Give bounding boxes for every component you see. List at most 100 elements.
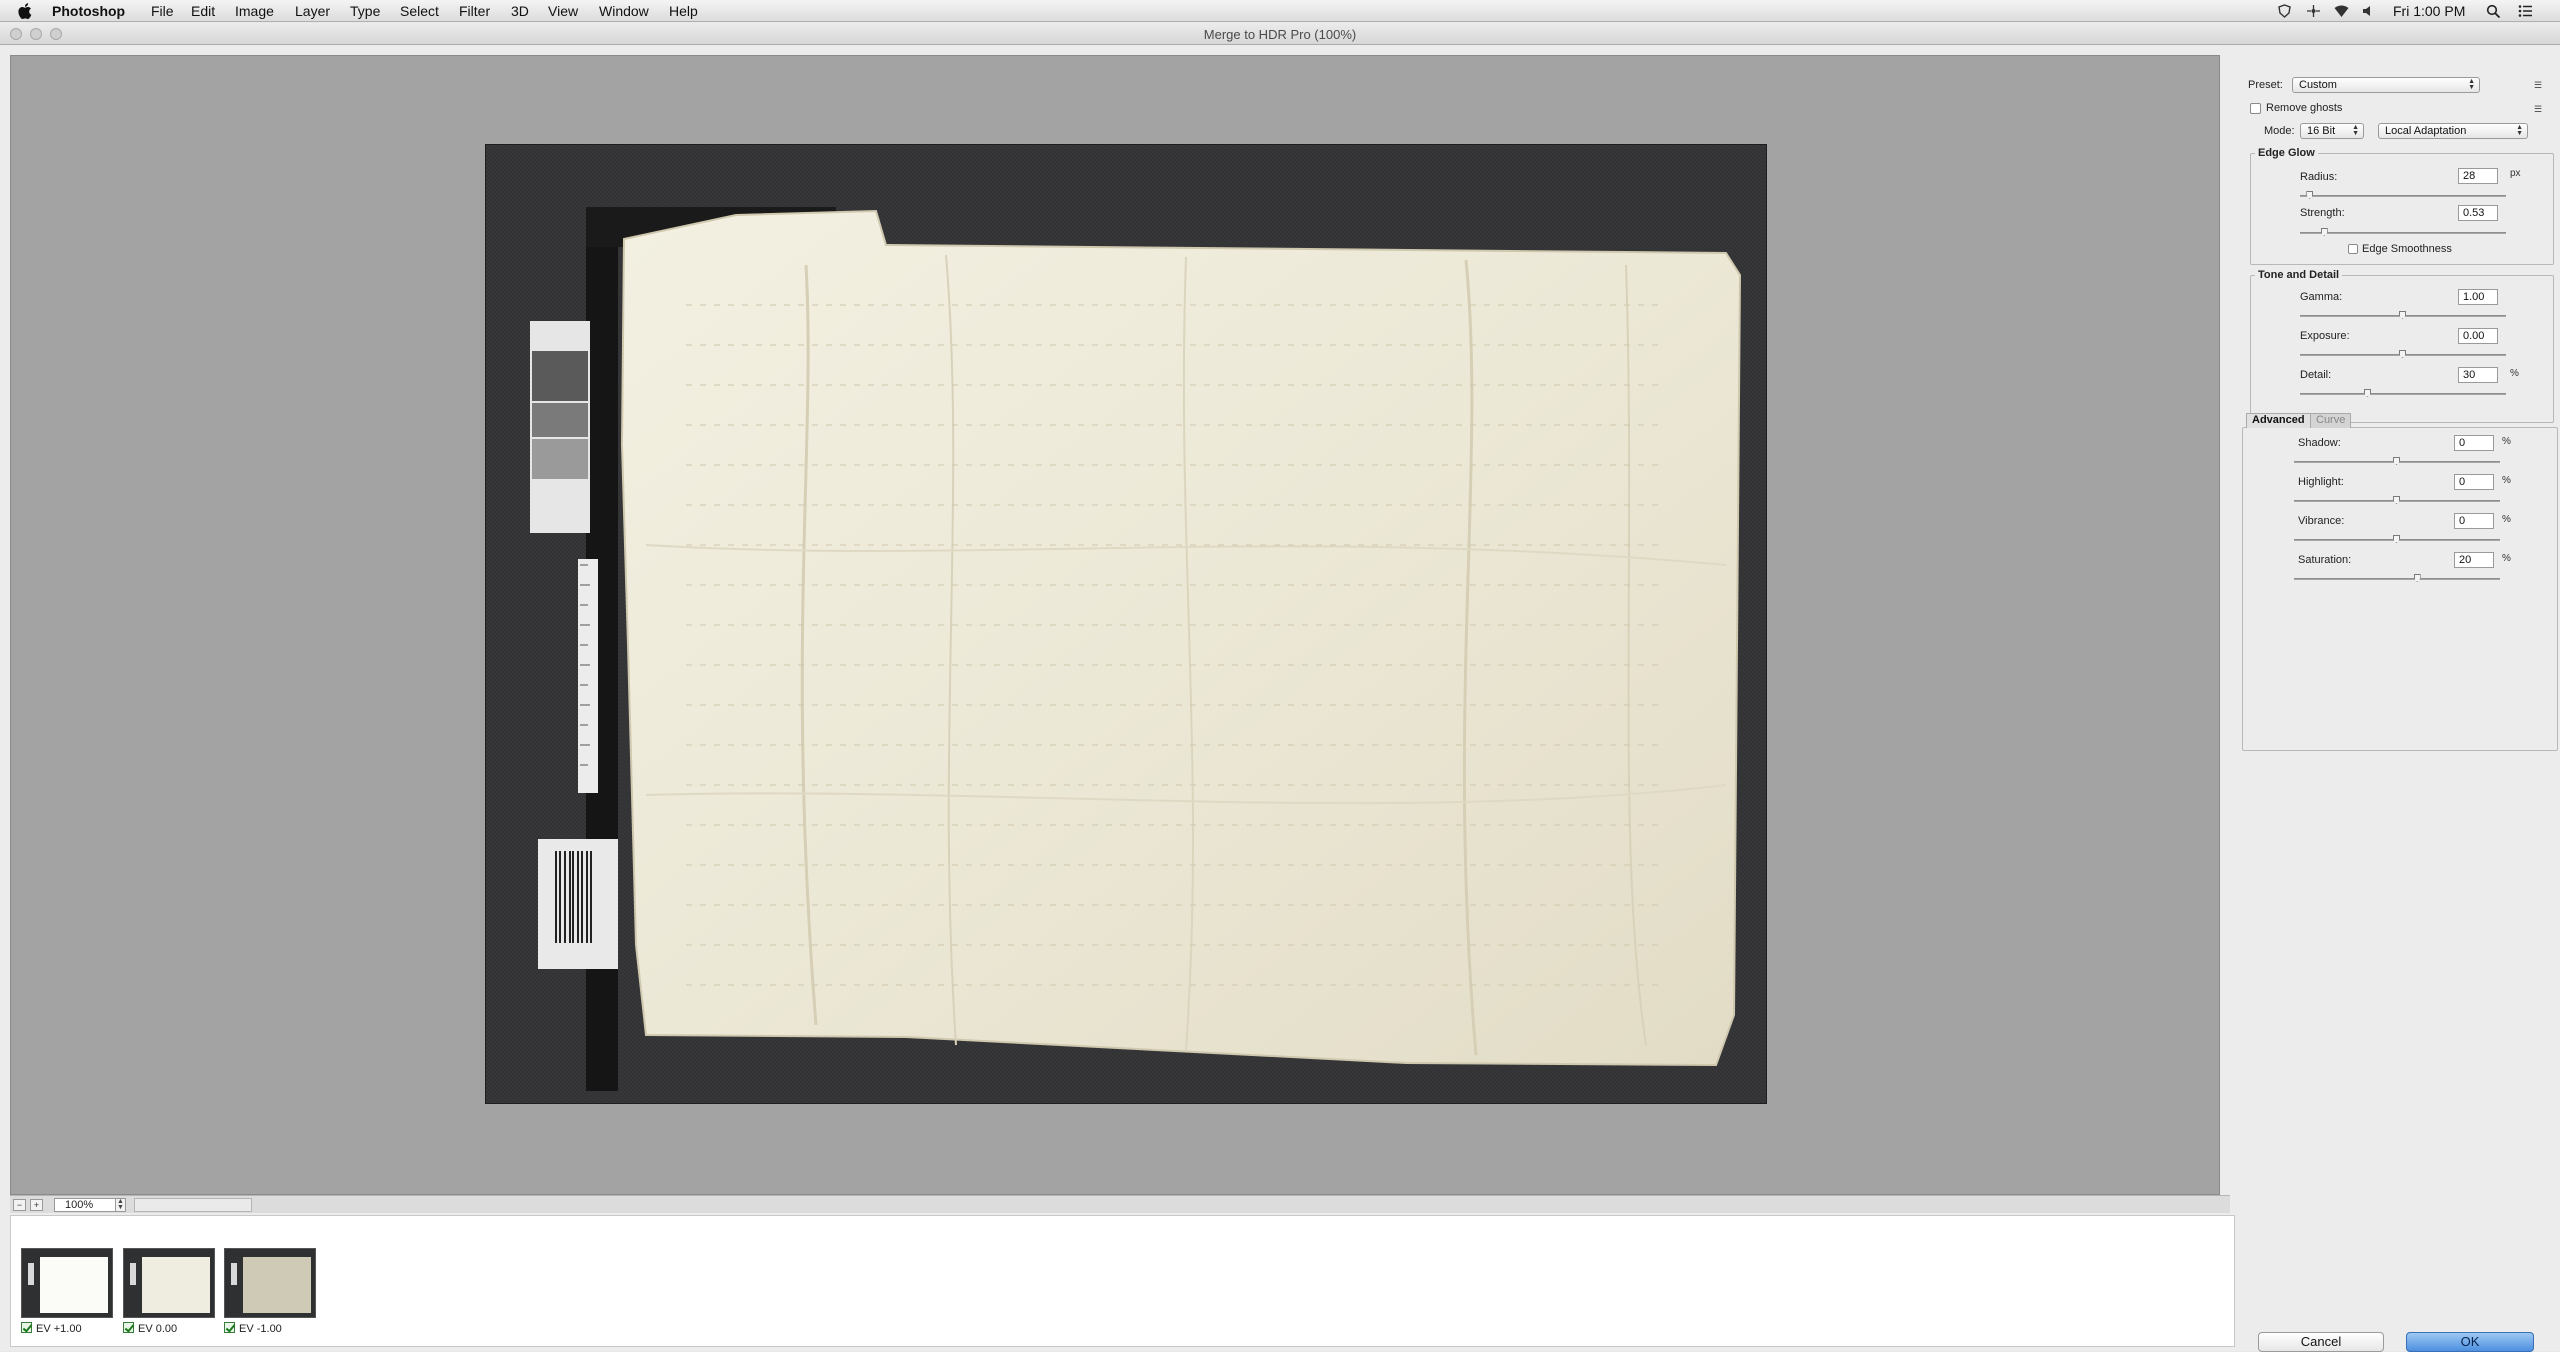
sync-icon[interactable]: [2306, 4, 2321, 18]
mode-label: Mode:: [2264, 125, 2295, 137]
include-checkbox[interactable]: [21, 1322, 32, 1333]
wifi-icon[interactable]: [2334, 4, 2349, 18]
advanced-curve-tabs: Advanced Curve: [2246, 413, 2366, 429]
menubar-clock[interactable]: Fri 1:00 PM: [2393, 3, 2465, 19]
hdr-settings-panel: Preset: Custom ▲ ▼ ☰ Remove ghosts ☰ Mode:…: [2238, 47, 2560, 1352]
zoom-level-field[interactable]: 100%: [54, 1198, 116, 1212]
menu-filter[interactable]: Filter: [459, 3, 490, 19]
menu-3d[interactable]: 3D: [511, 3, 529, 19]
papyrus-squeeze-image: [486, 145, 1766, 1103]
menu-view[interactable]: View: [548, 3, 578, 19]
window-title: Merge to HDR Pro (100%): [1203, 27, 1357, 42]
detail-slider[interactable]: [2300, 393, 2506, 395]
menu-app-name[interactable]: Photoshop: [52, 3, 125, 19]
thumb-card: [231, 1263, 237, 1285]
vibrance-label: Vibrance:: [2298, 515, 2345, 527]
panel-options-icon[interactable]: ☰: [2534, 105, 2546, 115]
cancel-button[interactable]: Cancel: [2258, 1332, 2384, 1352]
shield-icon[interactable]: [2277, 4, 2292, 18]
menu-file[interactable]: File: [151, 3, 174, 19]
source-thumbnail-ev-0[interactable]: [123, 1248, 215, 1318]
apple-menu-icon[interactable]: [18, 2, 34, 20]
thumb-card: [28, 1263, 34, 1285]
remove-ghosts-checkbox[interactable]: [2250, 103, 2261, 114]
source-thumbnail-ev-plus-1[interactable]: [21, 1248, 113, 1318]
thumb-paper: [40, 1257, 108, 1313]
spotlight-search-icon[interactable]: [2486, 4, 2501, 18]
chevron-updown-icon: ▲ ▼: [2352, 124, 2359, 137]
method-select[interactable]: Local Adaptation ▲ ▼: [2378, 123, 2528, 139]
strength-slider[interactable]: [2300, 232, 2506, 234]
strength-label: Strength:: [2300, 207, 2345, 219]
menu-help[interactable]: Help: [669, 3, 698, 19]
menu-type[interactable]: Type: [350, 3, 380, 19]
preset-label: Preset:: [2248, 79, 2283, 91]
hdr-window: Merge to HDR Pro (100%) − + 100% ▲ ▼ EV …: [0, 23, 2560, 1352]
volume-icon[interactable]: [2361, 4, 2376, 18]
shadow-unit: %: [2502, 436, 2511, 447]
preset-select[interactable]: Custom ▲ ▼: [2292, 77, 2480, 93]
gamma-field[interactable]: 1.00: [2458, 289, 2498, 305]
highlight-label: Highlight:: [2298, 476, 2344, 488]
notification-center-icon[interactable]: [2518, 4, 2533, 18]
bit-depth-select[interactable]: 16 Bit ▲ ▼: [2300, 123, 2364, 139]
tab-curve[interactable]: Curve: [2310, 413, 2352, 428]
include-checkbox[interactable]: [224, 1322, 235, 1333]
vibrance-field[interactable]: 0: [2454, 513, 2494, 529]
highlight-field[interactable]: 0: [2454, 474, 2494, 490]
source-thumbnail-ev-minus-1[interactable]: [224, 1248, 316, 1318]
remove-ghosts-label: Remove ghosts: [2266, 102, 2343, 114]
radius-slider[interactable]: [2300, 195, 2506, 197]
source-images-strip: EV +1.00 EV 0.00 EV -1.00: [10, 1215, 2235, 1347]
zoom-stepper[interactable]: ▲ ▼: [116, 1198, 126, 1212]
tab-advanced[interactable]: Advanced: [2246, 413, 2311, 428]
detail-label: Detail:: [2300, 369, 2332, 381]
preview-photo: [485, 144, 1767, 1104]
source-label-ev-0[interactable]: EV 0.00: [123, 1322, 177, 1335]
ok-button[interactable]: OK: [2406, 1332, 2534, 1352]
zoom-in-button[interactable]: +: [30, 1199, 43, 1211]
gamma-label: Gamma:: [2300, 291, 2343, 303]
zoom-out-button[interactable]: −: [13, 1199, 26, 1211]
zoom-bar: − + 100% ▲ ▼: [10, 1195, 2230, 1213]
exposure-label: Exposure:: [2300, 330, 2350, 342]
highlight-unit: %: [2502, 475, 2511, 486]
radius-label: Radius:: [2300, 171, 2338, 183]
hdr-preview-canvas[interactable]: [10, 55, 2220, 1195]
preset-menu-icon[interactable]: ☰: [2534, 81, 2546, 91]
source-label-ev-plus-1[interactable]: EV +1.00: [21, 1322, 82, 1335]
thumb-paper: [142, 1257, 210, 1313]
shadow-label: Shadow:: [2298, 437, 2341, 449]
chevron-updown-icon: ▲ ▼: [2516, 124, 2523, 137]
chevron-updown-icon: ▲ ▼: [2468, 78, 2475, 91]
edge-smoothness-checkbox[interactable]: [2348, 244, 2358, 254]
menu-window[interactable]: Window: [599, 3, 649, 19]
title-bar: Merge to HDR Pro (100%): [0, 23, 2560, 45]
detail-unit: %: [2510, 368, 2519, 379]
edge-glow-title: Edge Glow: [2255, 147, 2318, 159]
tone-detail-group: [2250, 275, 2554, 423]
shadow-field[interactable]: 0: [2454, 435, 2494, 451]
menu-edit[interactable]: Edit: [191, 3, 215, 19]
edge-smoothness-label: Edge Smoothness: [2362, 243, 2452, 255]
strength-field[interactable]: 0.53: [2458, 205, 2498, 221]
radius-unit: px: [2510, 168, 2521, 179]
saturation-unit: %: [2502, 553, 2511, 564]
menu-bar: Photoshop File Edit Image Layer Type Sel…: [0, 0, 2560, 22]
source-label-ev-minus-1[interactable]: EV -1.00: [224, 1322, 282, 1335]
saturation-field[interactable]: 20: [2454, 552, 2494, 568]
detail-field[interactable]: 30: [2458, 367, 2498, 383]
exposure-field[interactable]: 0.00: [2458, 328, 2498, 344]
saturation-label: Saturation:: [2298, 554, 2352, 566]
tone-detail-title: Tone and Detail: [2255, 269, 2343, 281]
include-checkbox[interactable]: [123, 1322, 134, 1333]
thumb-paper: [243, 1257, 311, 1313]
vibrance-unit: %: [2502, 514, 2511, 525]
thumb-card: [130, 1263, 136, 1285]
menu-layer[interactable]: Layer: [295, 3, 330, 19]
menu-select[interactable]: Select: [400, 3, 439, 19]
menu-image[interactable]: Image: [235, 3, 274, 19]
saturation-slider[interactable]: [2294, 578, 2500, 580]
zoom-scroll-track[interactable]: [134, 1198, 252, 1212]
radius-field[interactable]: 28: [2458, 168, 2498, 184]
